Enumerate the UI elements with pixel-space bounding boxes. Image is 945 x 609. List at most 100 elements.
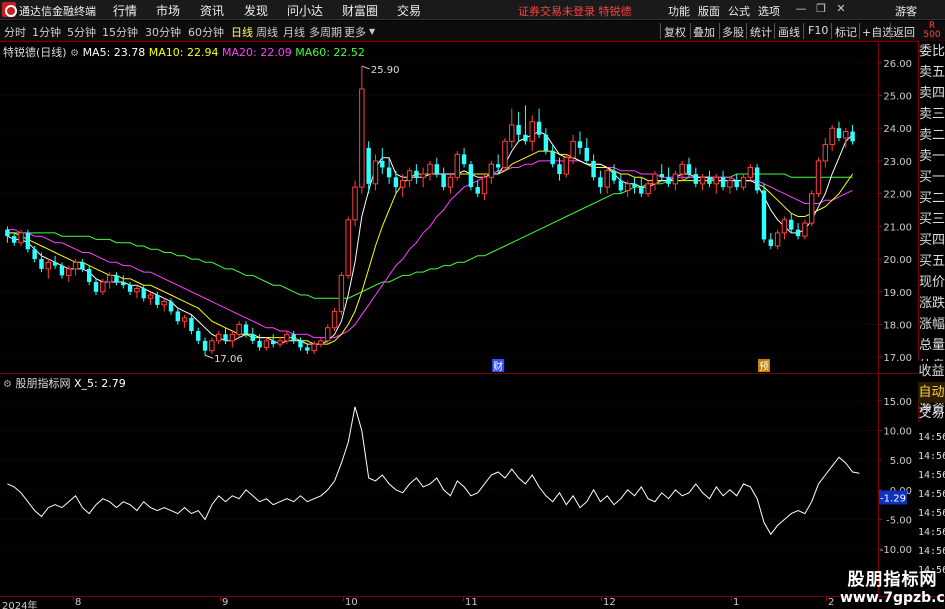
sidebar-item-sell1[interactable]: 卖一 <box>919 146 945 167</box>
time-item: 14:56 <box>918 527 945 538</box>
kline-chart-svg[interactable]: 26.00 25.00 24.00 23.00 22.00 21.00 20.00 19.00… <box>0 41 918 596</box>
date-label: 12 <box>603 597 616 608</box>
draw-line-button[interactable]: 画线 <box>778 24 800 40</box>
chevron-down-icon[interactable]: ▼ <box>369 27 375 36</box>
f10-button[interactable]: F10 <box>808 24 828 37</box>
candle-body <box>536 121 542 135</box>
add-watchlist-button[interactable]: +自选 <box>862 24 893 40</box>
candle-body <box>632 183 637 188</box>
back-button[interactable]: 返回 <box>893 24 915 40</box>
candle-body <box>693 174 699 184</box>
menu-item-gongneng[interactable]: 功能 <box>668 3 690 19</box>
candle-body <box>768 239 774 246</box>
sidebar-item-price[interactable]: 现价 <box>919 272 945 293</box>
menu-item-hangqing[interactable]: 行情 <box>113 2 137 19</box>
stock-label: 特锐德(日线) <box>3 46 67 59</box>
sidebar-item-sell5[interactable]: 卖五 <box>919 62 945 83</box>
candle-body <box>134 288 140 293</box>
ind-y-tick-label: -10.00 <box>880 545 912 556</box>
multi-stock-button[interactable]: 多股 <box>722 24 744 40</box>
close-icon[interactable]: ✕ <box>832 1 850 18</box>
candle-body <box>502 140 508 168</box>
current-value-label: -1.29 <box>880 493 906 504</box>
candle-body <box>850 131 855 142</box>
menu-item-zixun[interactable]: 资讯 <box>200 2 224 19</box>
event-mark: 预 <box>759 361 769 373</box>
restore-icon[interactable]: ❐ <box>812 1 830 18</box>
sidebar-item-sell3[interactable]: 卖三 <box>919 104 945 125</box>
candle-body <box>639 187 644 194</box>
period-monthly[interactable]: 月线 <box>283 24 305 40</box>
candle-body <box>181 317 188 322</box>
candle-body <box>822 144 829 162</box>
sidebar-item-pct[interactable]: 涨幅 <box>919 314 945 335</box>
chart-panel[interactable]: 26.00 25.00 24.00 23.00 22.00 21.00 20.00 19.00… <box>0 41 945 596</box>
candle-body <box>223 334 228 341</box>
menu-item-xuanxiang[interactable]: 选项 <box>758 3 780 19</box>
statistics-button[interactable]: 统计 <box>750 24 772 40</box>
sidebar-item-buy3[interactable]: 买三 <box>919 209 945 230</box>
sidebar-lower: 收益 自动 交易 <box>918 361 945 428</box>
period-multi[interactable]: 多周期 <box>309 24 342 40</box>
candle-body <box>843 131 849 139</box>
sidebar-item-volume[interactable]: 总量 <box>919 335 945 356</box>
period-15min[interactable]: 15分钟 <box>102 24 138 40</box>
date-label: 10 <box>345 597 358 608</box>
candle-body <box>495 164 501 168</box>
minimize-icon[interactable]: — <box>792 1 810 18</box>
ind-y-tick-label: 15.00 <box>883 397 912 408</box>
menu-item-shichang[interactable]: 市场 <box>156 2 180 19</box>
period-more[interactable]: 更多 <box>344 24 366 40</box>
y-tick-label: 25.00 <box>883 92 912 103</box>
ind-y-tick-label: 5.00 <box>890 456 912 467</box>
candle-body <box>400 180 406 188</box>
sidebar-item-buy2[interactable]: 买二 <box>919 188 945 209</box>
period-30min[interactable]: 30分钟 <box>145 24 181 40</box>
period-fenshi[interactable]: 分时 <box>4 24 26 40</box>
mark-button[interactable]: 标记 <box>835 24 857 40</box>
sidebar-item-weibi[interactable]: 委比 <box>919 41 945 62</box>
sidebar-item-buy4[interactable]: 买四 <box>919 230 945 251</box>
period-toolbar: 分时 1分钟 5分钟 15分钟 30分钟 60分钟 日线 周线 月线 多周期 更… <box>0 21 945 41</box>
candle-body <box>740 176 747 188</box>
fuquan-button[interactable]: 复权 <box>664 24 686 40</box>
candle-body <box>106 274 113 283</box>
app-title: 通达信金融终端 <box>19 5 96 18</box>
candle-body <box>795 229 801 237</box>
gear-icon[interactable]: ⚙ <box>70 48 79 59</box>
menu-item-jiaoyi[interactable]: 交易 <box>397 2 421 19</box>
candle-body <box>80 262 85 269</box>
sidebar-item-buy5[interactable]: 买五 <box>919 251 945 272</box>
menu-item-faxian[interactable]: 发现 <box>244 2 268 19</box>
period-daily[interactable]: 日线 <box>231 24 253 40</box>
menu-item-wenxiaoda[interactable]: 问小达 <box>287 2 323 19</box>
period-60min[interactable]: 60分钟 <box>188 24 224 40</box>
candle-body <box>271 340 276 345</box>
sidebar-item-eps[interactable]: 收益 <box>918 361 945 382</box>
menu-item-caifuquan[interactable]: 财富圈 <box>342 2 378 19</box>
trade-button[interactable]: 交易 <box>918 403 945 424</box>
candle-body <box>802 222 808 237</box>
candle-body <box>5 229 10 237</box>
gear-icon[interactable]: ⚙ <box>3 379 12 390</box>
menu-item-banmian[interactable]: 版面 <box>698 3 720 19</box>
candle-body <box>141 288 146 299</box>
period-1min[interactable]: 1分钟 <box>32 24 61 40</box>
auto-button[interactable]: 自动 <box>918 382 945 403</box>
period-5min[interactable]: 5分钟 <box>67 24 96 40</box>
overlay-button[interactable]: 叠加 <box>693 24 715 40</box>
sidebar-item-change[interactable]: 涨跌 <box>919 293 945 314</box>
menu-item-gongshi[interactable]: 公式 <box>728 3 750 19</box>
sidebar-item-sell4[interactable]: 卖四 <box>919 83 945 104</box>
sidebar-item-buy1[interactable]: 买一 <box>919 167 945 188</box>
period-weekly[interactable]: 周线 <box>256 24 278 40</box>
sidebar-item-sell2[interactable]: 卖二 <box>919 125 945 146</box>
candle-body <box>32 249 37 260</box>
watermark-title: 股朋指标网 <box>847 570 938 590</box>
candle-body <box>372 160 379 185</box>
candle-body <box>175 311 181 322</box>
watermark: 股朋指标网 www.7gpzb.com <box>840 565 945 609</box>
candle-body <box>774 232 781 247</box>
candle-body <box>727 180 733 188</box>
guest-label[interactable]: 游客 <box>895 3 917 19</box>
